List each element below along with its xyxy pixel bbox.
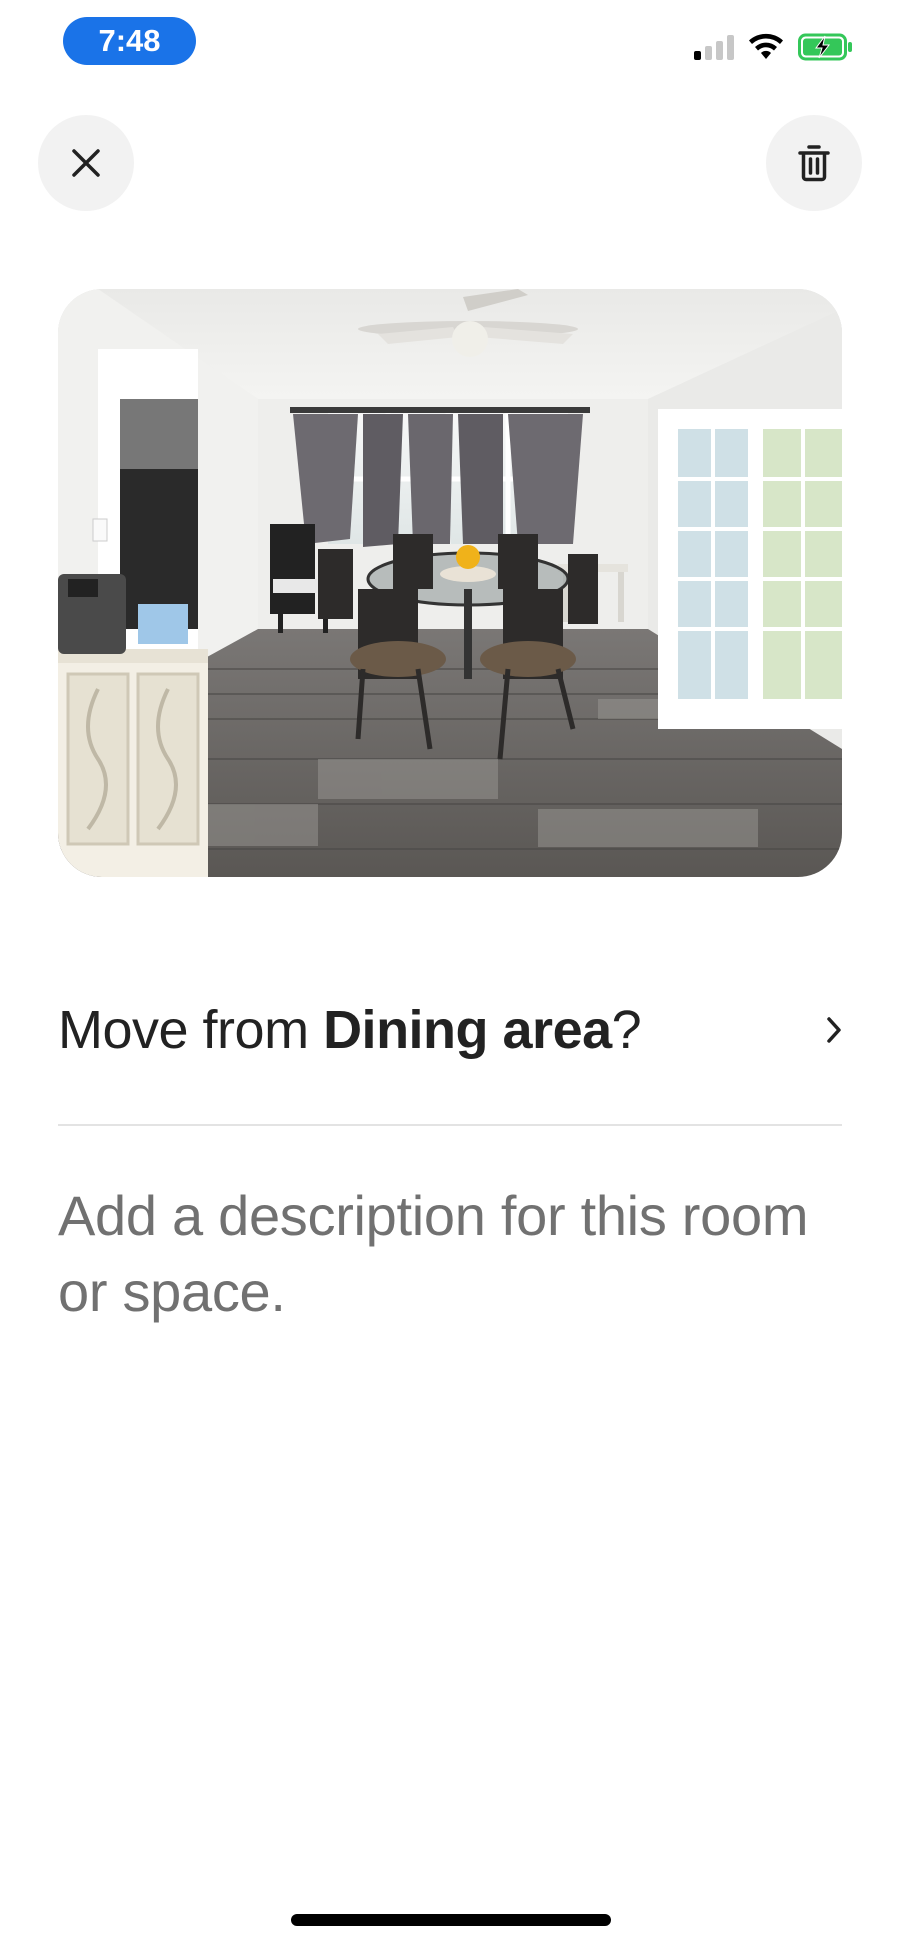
close-icon (72, 149, 100, 177)
move-room-text: Move from Dining area? (58, 999, 642, 1061)
move-room-prefix: Move from (58, 1000, 324, 1060)
photo-detail-screen: 7:48 Move from Dining area? Add a descri… (0, 0, 900, 1948)
room-description-input[interactable]: Add a description for this room or space… (58, 1178, 842, 1358)
move-room-row[interactable]: Move from Dining area? (58, 980, 842, 1080)
status-icons (694, 30, 854, 64)
close-button[interactable] (38, 115, 134, 211)
current-room-name: Dining area (323, 1000, 612, 1060)
cellular-signal-icon (694, 34, 734, 60)
status-bar: 7:48 (0, 0, 900, 90)
battery-charging-icon (798, 33, 852, 61)
status-time: 7:48 (63, 17, 196, 65)
wifi-icon (749, 33, 783, 59)
room-photo[interactable] (58, 289, 842, 877)
divider (58, 1124, 842, 1126)
chevron-right-icon (827, 1017, 841, 1043)
dining-room-photo (58, 289, 842, 877)
home-indicator (291, 1914, 611, 1926)
move-room-suffix: ? (611, 1000, 642, 1060)
delete-button[interactable] (766, 115, 862, 211)
trash-icon (798, 145, 830, 182)
